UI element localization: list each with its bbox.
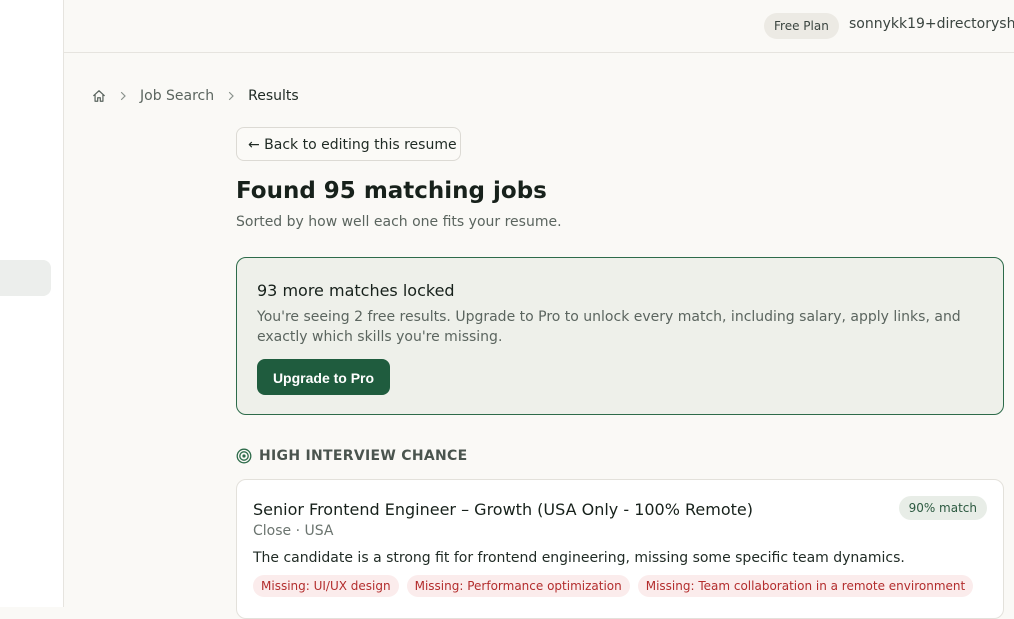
breadcrumb-job-search[interactable]: Job Search — [140, 88, 214, 104]
user-email[interactable]: sonnykk19+directoryshot — [849, 16, 1014, 32]
locked-title: 93 more matches locked — [257, 281, 455, 300]
missing-skills-tags: Missing: UI/UX design Missing: Performan… — [253, 575, 974, 597]
target-icon — [236, 448, 252, 464]
job-summary: The candidate is a strong fit for fronte… — [253, 550, 905, 566]
match-badge: 90% match — [898, 496, 987, 520]
page-subtitle: Sorted by how well each one fits your re… — [236, 214, 562, 230]
plan-badge: Free Plan — [764, 13, 839, 39]
section-label: HIGH INTERVIEW CHANCE — [259, 448, 468, 464]
upgrade-to-pro-button[interactable]: Upgrade to Pro — [257, 359, 390, 395]
chevron-right-icon — [120, 91, 126, 101]
breadcrumb-results: Results — [248, 88, 299, 104]
sidebar — [0, 0, 64, 607]
section-header-high-interview-chance: HIGH INTERVIEW CHANCE — [236, 448, 467, 464]
page-title: Found 95 matching jobs — [236, 178, 547, 204]
job-title[interactable]: Senior Frontend Engineer – Growth (USA O… — [253, 500, 753, 519]
top-bar: Free Plan sonnykk19+directoryshot — [64, 0, 1014, 53]
back-to-editing-button[interactable]: ← Back to editing this resume — [236, 127, 461, 161]
missing-skill-tag: Missing: UI/UX design — [253, 575, 399, 597]
missing-skill-tag: Missing: Performance optimization — [406, 575, 630, 597]
locked-description: You're seeing 2 free results. Upgrade to… — [257, 309, 961, 345]
locked-matches-card: 93 more matches locked You're seeing 2 f… — [236, 257, 1004, 415]
job-card[interactable]: Senior Frontend Engineer – Growth (USA O… — [236, 479, 1004, 619]
chevron-right-icon — [229, 91, 234, 101]
job-meta: Close · USA — [253, 523, 334, 539]
home-icon[interactable] — [92, 89, 106, 103]
sidebar-item-active[interactable] — [0, 260, 51, 296]
breadcrumb: Job Search Results — [92, 86, 299, 106]
missing-skill-tag: Missing: Team collaboration in a remote … — [637, 575, 974, 597]
